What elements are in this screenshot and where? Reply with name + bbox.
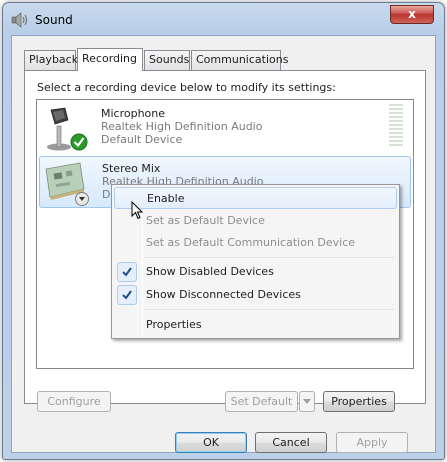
device-microphone[interactable]: Microphone Realtek High Definition Audio… [39,102,411,154]
tab-communications[interactable]: Communications [191,50,288,70]
instruction-text: Select a recording device below to modif… [37,81,336,94]
tab-playback[interactable]: Playback [24,50,78,70]
chevron-down-icon [303,399,311,404]
microphone-icon [47,107,88,151]
menu-separator [144,309,394,310]
menu-separator [144,257,394,258]
menu-item-set-default-communication[interactable]: Set as Default Communication Device [114,232,397,254]
menu-item-set-default-device[interactable]: Set as Default Device [114,210,397,232]
device-name: Microphone [101,107,166,120]
speaker-icon [11,12,27,28]
configure-button[interactable]: Configure [37,391,111,412]
device-driver: Realtek High Definition Audio [101,120,263,133]
close-icon: x [408,7,416,21]
tab-sounds[interactable]: Sounds [144,50,190,70]
title-bar[interactable]: Sound x [3,3,444,35]
menu-item-show-disabled[interactable]: Show Disabled Devices [114,261,397,283]
menu-item-properties[interactable]: Properties [114,314,397,336]
level-meter [389,104,403,148]
tab-recording[interactable]: Recording [77,48,143,71]
context-menu: Enable Set as Default Device Set as Defa… [111,184,400,339]
set-default-dropdown[interactable] [299,391,315,412]
close-button[interactable]: x [390,5,434,24]
set-default-button[interactable]: Set Default [225,391,298,412]
cancel-button[interactable]: Cancel [255,432,327,453]
window-title: Sound [35,13,73,27]
menu-item-show-disconnected[interactable]: Show Disconnected Devices [114,284,397,306]
mouse-pointer-icon [131,201,143,220]
device-status: Default Device [101,133,183,146]
device-name: Stereo Mix [102,162,161,175]
device-status: D [102,188,111,201]
menu-item-enable[interactable]: Enable [114,187,397,209]
sound-card-icon [45,162,89,206]
ok-button[interactable]: OK [175,432,247,453]
checkmark-icon [117,285,137,305]
properties-button[interactable]: Properties [323,391,395,412]
checkmark-icon [117,262,137,282]
apply-button[interactable]: Apply [336,432,408,453]
